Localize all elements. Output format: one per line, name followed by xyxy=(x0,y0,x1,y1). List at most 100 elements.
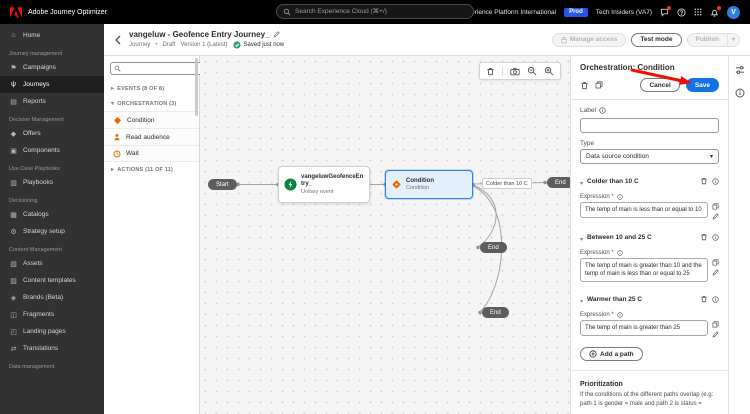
palette-item-wait[interactable]: Wait xyxy=(104,145,199,162)
add-path-button[interactable]: Add a path xyxy=(580,347,643,362)
chevron-right-icon xyxy=(111,85,114,92)
publish-dropdown-button[interactable] xyxy=(726,32,740,47)
event-node[interactable]: vangeluwGeofenceEntry_ Unitary event xyxy=(278,166,370,203)
zoom-out-icon[interactable] xyxy=(527,66,537,76)
back-button[interactable] xyxy=(114,35,122,45)
sidebar-item-label: Offers xyxy=(23,130,41,137)
info-icon[interactable] xyxy=(616,250,623,256)
palette-item-label: Wait xyxy=(126,150,139,157)
sidebar-item-assets[interactable]: Assets xyxy=(0,255,104,272)
sidebar-item-catalogs[interactable]: Catalogs xyxy=(0,206,104,223)
help-icon[interactable] xyxy=(677,7,686,17)
delete-path-icon[interactable] xyxy=(700,177,708,185)
journey-title: vangeluw - Geofence Entry Journey_ xyxy=(129,30,270,39)
chevron-down-icon[interactable] xyxy=(580,228,583,246)
copy-expression-icon[interactable] xyxy=(712,259,719,266)
expression-value[interactable]: The temp of main is less than or equal t… xyxy=(580,202,708,219)
info-icon[interactable] xyxy=(616,312,623,318)
edit-title-icon[interactable] xyxy=(273,31,281,38)
path-info-icon[interactable] xyxy=(712,233,719,241)
expression-value[interactable]: The temp of main is greater than 25 xyxy=(580,320,708,337)
branch-label[interactable]: Colder than 10 C xyxy=(482,178,532,189)
palette-item-read-audience[interactable]: Read audience xyxy=(104,128,199,145)
sidebar-item-playbooks[interactable]: Playbooks xyxy=(0,174,104,191)
properties-rail-icon[interactable] xyxy=(735,65,745,75)
shell-search[interactable] xyxy=(276,4,474,19)
notifications-bell-icon[interactable] xyxy=(710,5,721,17)
trash-icon[interactable] xyxy=(486,67,495,76)
alerts-rail-icon[interactable] xyxy=(735,88,745,98)
edit-expression-icon[interactable] xyxy=(712,213,719,220)
adobe-logo-icon[interactable] xyxy=(10,6,22,18)
apps-icon[interactable] xyxy=(694,8,702,16)
info-icon[interactable] xyxy=(599,107,606,114)
divider xyxy=(571,99,728,100)
palette-section-orchestration[interactable]: ORCHESTRATION (3) xyxy=(104,96,199,111)
org-switcher[interactable]: Experience Platform International xyxy=(460,9,556,16)
manage-access-button[interactable]: Manage access xyxy=(551,32,627,47)
delete-path-icon[interactable] xyxy=(700,295,708,303)
copy-activity-icon[interactable] xyxy=(595,81,603,89)
unitary-event-icon xyxy=(284,178,297,191)
chevron-down-icon[interactable] xyxy=(580,172,583,190)
prioritization-text: If the conditions of the different paths… xyxy=(580,392,714,407)
palette-search-input[interactable] xyxy=(110,62,205,75)
announcements-icon[interactable] xyxy=(660,5,671,17)
path-section-1: Colder than 10 C Expression * The temp o… xyxy=(580,172,719,220)
edit-expression-icon[interactable] xyxy=(712,331,719,338)
palette-search-field[interactable] xyxy=(123,65,201,72)
path-info-icon[interactable] xyxy=(712,177,719,185)
copy-expression-icon[interactable] xyxy=(712,321,719,328)
sidebar-section-data-management: Data management xyxy=(9,364,55,370)
type-select[interactable]: Data source condition xyxy=(580,149,719,164)
test-mode-button[interactable]: Test mode xyxy=(631,32,682,47)
expression-value[interactable]: The temp of main is greater than 10 and … xyxy=(580,258,708,283)
sidebar-item-journeys[interactable]: Journeys xyxy=(0,76,104,93)
sidebar-item-offers[interactable]: Offers xyxy=(0,125,104,142)
sidebar-item-label: Strategy setup xyxy=(23,228,65,235)
sidebar-item-label: Campaigns xyxy=(23,64,56,71)
condition-node-selected[interactable]: Condition Condition xyxy=(385,170,473,199)
chevron-down-icon[interactable] xyxy=(580,290,583,308)
sandbox-name[interactable]: Tech Insiders (VA7) xyxy=(596,9,652,16)
app-title[interactable]: Adobe Journey Optimizer xyxy=(28,9,107,16)
env-badge[interactable]: Prod xyxy=(564,7,588,17)
journey-canvas[interactable]: Start vangeluwGeofenceEntry_ Unitary eve… xyxy=(200,56,570,414)
check-circle-icon xyxy=(232,41,241,49)
sidebar-item-campaigns[interactable]: Campaigns xyxy=(0,59,104,76)
sidebar-item-translations[interactable]: Translations xyxy=(0,340,104,357)
sidebar-item-fragments[interactable]: Fragments xyxy=(0,306,104,323)
sidebar-item-content-templates[interactable]: Content templates xyxy=(0,272,104,289)
topbar-right-cluster: Experience Platform International Prod T… xyxy=(460,5,740,19)
avatar[interactable]: V xyxy=(727,5,740,19)
publish-button[interactable]: Publish xyxy=(686,32,727,47)
delete-path-icon[interactable] xyxy=(700,233,708,241)
save-button[interactable]: Save xyxy=(685,78,719,92)
sidebar-item-components[interactable]: Components xyxy=(0,142,104,159)
campaigns-icon xyxy=(9,64,18,72)
camera-icon[interactable] xyxy=(510,67,520,76)
status-badge: Draft xyxy=(162,42,176,48)
palette-section-actions[interactable]: ACTIONS (11 OF 11) xyxy=(104,162,199,177)
delete-activity-icon[interactable] xyxy=(580,81,589,90)
sidebar-item-reports[interactable]: Reports xyxy=(0,93,104,110)
zoom-in-icon[interactable] xyxy=(544,66,554,76)
palette-section-events[interactable]: EVENTS (8 OF 8) xyxy=(104,81,199,96)
sidebar-item-landing-pages[interactable]: Landing pages xyxy=(0,323,104,340)
info-icon[interactable] xyxy=(616,194,623,200)
path-info-icon[interactable] xyxy=(712,296,719,303)
label-input[interactable] xyxy=(580,118,719,133)
shell-search-input[interactable] xyxy=(295,8,467,15)
sidebar-item-home[interactable]: Home xyxy=(0,27,104,44)
edit-expression-icon[interactable] xyxy=(712,269,719,276)
version-selector[interactable]: Version 1 (Latest) xyxy=(180,42,227,48)
cancel-button[interactable]: Cancel xyxy=(640,78,680,92)
translations-icon xyxy=(9,345,18,353)
right-rail xyxy=(728,56,750,414)
palette-scrollbar[interactable] xyxy=(195,58,198,116)
sidebar-item-brands[interactable]: Brands (Beta) xyxy=(0,289,104,306)
sidebar-item-strategy-setup[interactable]: Strategy setup xyxy=(0,223,104,240)
palette-item-condition[interactable]: Condition xyxy=(104,111,199,128)
copy-expression-icon[interactable] xyxy=(712,203,719,210)
canvas-toolbar xyxy=(479,62,561,80)
